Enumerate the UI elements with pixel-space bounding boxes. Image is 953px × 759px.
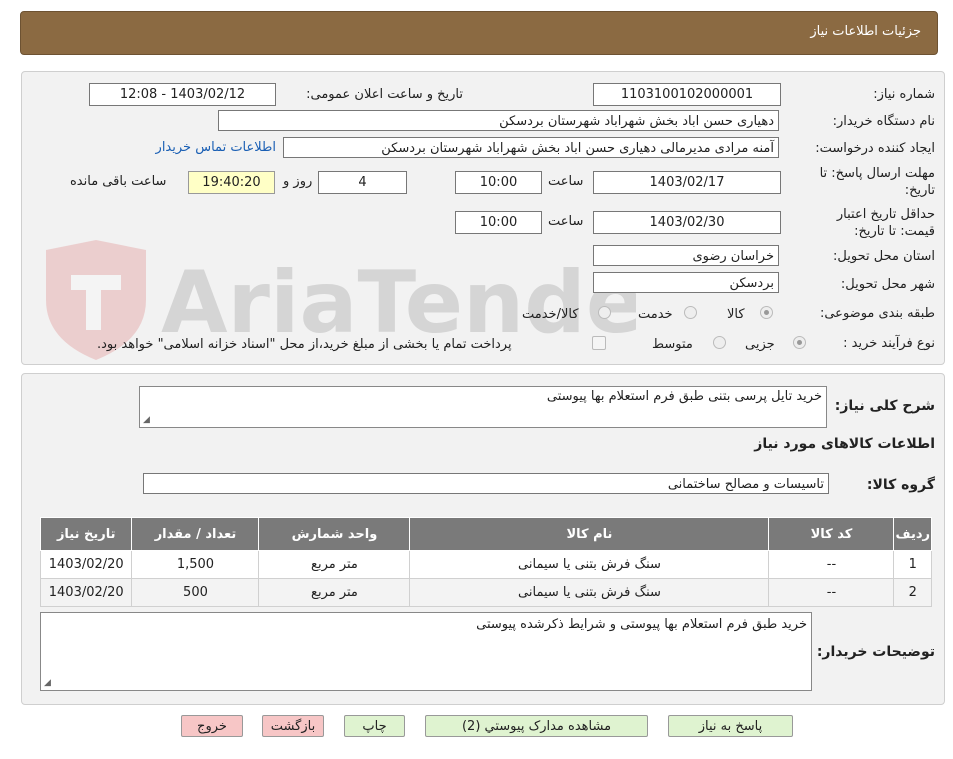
category-label: طبقه بندی موضوعی: (819, 306, 935, 321)
group-field: تاسیسات و مصالح ساختمانی (143, 473, 829, 494)
deadline-time-label: ساعت (548, 174, 584, 189)
creator-field: آمنه مرادی مدیرمالی دهیاری حسن اباد بخش … (283, 137, 779, 158)
city-label: شهر محل تحویل: (840, 277, 935, 292)
summary-label: شرح کلی نیاز: (834, 398, 935, 414)
summary-text: خرید تایل پرسی بتنی طبق فرم استعلام بها … (546, 389, 822, 404)
validity-time-label: ساعت (548, 214, 584, 229)
cell-need-date: 1403/02/20 (39, 578, 133, 607)
group-label: گروه کالا: (866, 477, 935, 493)
validity-label: حداقل تاریخ اعتبار (836, 207, 935, 222)
creator-label: ایجاد کننده درخواست: (815, 141, 935, 156)
category-radio-goods[interactable] (760, 306, 773, 319)
cell-quantity: 1,500 (131, 550, 260, 579)
cell-row-number: 1 (893, 550, 932, 579)
cell-item-name: سنگ فرش بتنی یا سیمانی (409, 550, 770, 579)
validity-time-field: 10:00 (455, 211, 542, 234)
treasury-checkbox[interactable] (592, 336, 606, 350)
category-option-service: خدمت (638, 307, 673, 322)
province-label: استان محل تحویل: (833, 249, 935, 264)
process-radio-medium[interactable] (713, 336, 726, 349)
col-item-code: کد کالا (768, 517, 895, 551)
resize-grip-icon[interactable]: ◢ (143, 415, 150, 425)
cell-need-date: 1403/02/20 (39, 550, 133, 579)
process-label: نوع فرآیند خرید : (843, 336, 935, 351)
col-quantity: تعداد / مقدار (131, 517, 260, 551)
category-option-goods: کالا (727, 307, 745, 322)
cell-item-name: سنگ فرش بتنی یا سیمانی (409, 578, 770, 607)
buyer-contact-link[interactable]: اطلاعات تماس خریدار (156, 140, 276, 155)
view-attachments-button[interactable]: مشاهده مدارک پیوستي (2) (425, 715, 648, 737)
process-option-medium: متوسط (652, 337, 693, 352)
days-field: 4 (318, 171, 407, 194)
buyer-notes-label: توضیحات خریدار: (816, 644, 935, 660)
deadline-label: مهلت ارسال پاسخ: تا (819, 166, 935, 181)
col-item-name: نام کالا (409, 517, 770, 551)
table-row: 1 -- سنگ فرش بتنی یا سیمانی متر مربع 1,5… (39, 550, 932, 579)
page-title: جزئیات اطلاعات نیاز (810, 24, 921, 39)
summary-textarea[interactable]: خرید تایل پرسی بتنی طبق فرم استعلام بها … (139, 386, 827, 428)
goods-table: ردیف کد کالا نام کالا واحد شمارش تعداد /… (39, 517, 932, 607)
cell-unit: متر مربع (258, 550, 411, 579)
table-row: 2 -- سنگ فرش بتنی یا سیمانی متر مربع 500… (39, 578, 932, 607)
back-button[interactable]: بازگشت (262, 715, 324, 737)
deadline-date-field: 1403/02/17 (593, 171, 781, 194)
announce-field: 1403/02/12 - 12:08 (89, 83, 276, 106)
print-button[interactable]: چاپ (344, 715, 405, 737)
col-unit: واحد شمارش (258, 517, 411, 551)
buyer-field: دهیاری حسن اباد بخش شهراباد شهرستان بردس… (218, 110, 779, 131)
cell-item-code: -- (768, 578, 895, 607)
remaining-time: 19:40:20 (188, 171, 275, 194)
buyer-notes-text: خرید طبق فرم استعلام بها پیوستی و شرایط … (476, 617, 807, 632)
process-radio-minor[interactable] (793, 336, 806, 349)
reply-button[interactable]: پاسخ به نیاز (668, 715, 793, 737)
validity-date-field: 1403/02/30 (593, 211, 781, 234)
city-field: بردسکن (593, 272, 779, 293)
treasury-note: پرداخت تمام یا بخشی از مبلغ خرید،از محل … (97, 337, 512, 352)
announce-label: تاریخ و ساعت اعلان عمومی: (306, 87, 463, 102)
category-radio-service[interactable] (684, 306, 697, 319)
deadline-label-2: تاریخ: (904, 183, 935, 198)
need-number-label: شماره نیاز: (873, 87, 935, 102)
goods-info-title: اطلاعات کالاهای مورد نیاز (754, 436, 935, 452)
need-number-field: 1103100102000001 (593, 83, 781, 106)
page-header: جزئیات اطلاعات نیاز (20, 11, 938, 55)
province-field: خراسان رضوی (593, 245, 779, 266)
cell-row-number: 2 (893, 578, 932, 607)
category-option-both: کالا/خدمت (522, 307, 579, 322)
goods-table-wrapper: ردیف کد کالا نام کالا واحد شمارش تعداد /… (39, 517, 932, 607)
category-radio-both[interactable] (598, 306, 611, 319)
remaining-label: ساعت باقی مانده (70, 174, 167, 189)
process-option-minor: جزیی (745, 337, 775, 352)
resize-grip-icon[interactable]: ◢ (44, 678, 51, 688)
cell-quantity: 500 (131, 578, 260, 607)
col-need-date: تاریخ نیاز (39, 517, 133, 551)
table-header-row: ردیف کد کالا نام کالا واحد شمارش تعداد /… (39, 517, 932, 551)
days-label: روز و (283, 174, 313, 189)
buyer-label: نام دستگاه خریدار: (832, 114, 935, 129)
deadline-time-field: 10:00 (455, 171, 542, 194)
col-row-number: ردیف (893, 517, 932, 551)
buyer-notes-textarea[interactable]: خرید طبق فرم استعلام بها پیوستی و شرایط … (40, 612, 812, 691)
cell-unit: متر مربع (258, 578, 411, 607)
cell-item-code: -- (768, 550, 895, 579)
validity-label-2: قیمت: تا تاریخ: (854, 224, 935, 239)
exit-button[interactable]: خروج (181, 715, 243, 737)
